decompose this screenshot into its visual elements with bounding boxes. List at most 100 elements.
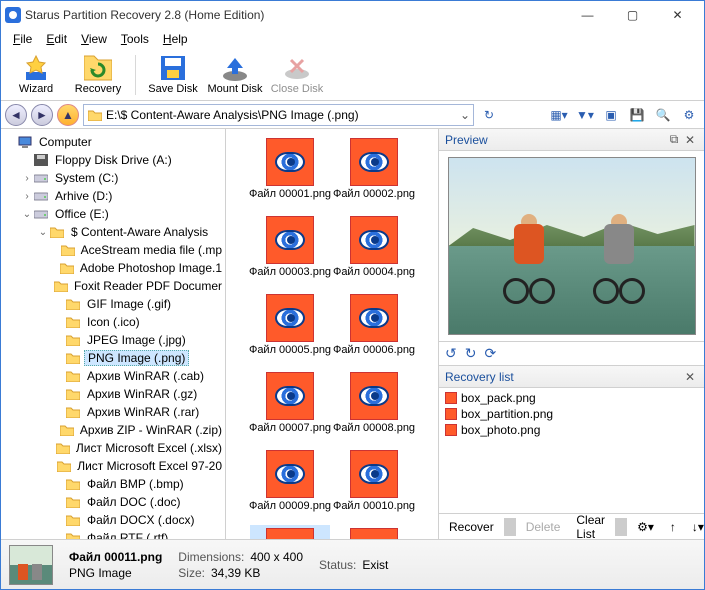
nav-back-button[interactable]: ◄ bbox=[5, 104, 27, 126]
file-item[interactable]: Файл 00004.png bbox=[334, 213, 414, 281]
file-thumbnail-icon bbox=[266, 528, 314, 539]
address-dropdown[interactable]: ⌄ bbox=[457, 108, 473, 122]
view-mode-button[interactable]: ▦▾ bbox=[548, 104, 570, 126]
rotate-left-icon[interactable]: ↺ bbox=[445, 345, 457, 362]
move-up-icon[interactable]: ↑ bbox=[664, 518, 682, 536]
file-thumbnail-icon bbox=[350, 450, 398, 498]
tree-item[interactable]: Файл DOCX (.docx) bbox=[1, 511, 225, 529]
folder-icon bbox=[65, 297, 81, 311]
folder-icon bbox=[61, 243, 75, 257]
menu-tools[interactable]: Tools bbox=[115, 30, 155, 48]
nav-forward-button[interactable]: ► bbox=[31, 104, 53, 126]
recovery-item[interactable]: box_pack.png bbox=[445, 390, 698, 406]
wizard-button[interactable]: Wizard bbox=[7, 51, 65, 99]
minimize-button[interactable]: — bbox=[565, 1, 610, 29]
tree-twisty[interactable]: › bbox=[21, 173, 33, 184]
file-item[interactable]: Файл 00010.png bbox=[334, 447, 414, 515]
tree-item[interactable]: › System (C:) bbox=[1, 169, 225, 187]
tree-label: Архив WinRAR (.cab) bbox=[84, 369, 207, 383]
tree-item[interactable]: Архив WinRAR (.cab) bbox=[1, 367, 225, 385]
tree-label: Icon (.ico) bbox=[84, 315, 143, 329]
tree-item[interactable]: Лист Microsoft Excel (.xlsx) bbox=[1, 439, 225, 457]
close-button[interactable]: ✕ bbox=[655, 1, 700, 29]
options-button[interactable]: ⚙ bbox=[678, 104, 700, 126]
recovery-item-label: box_partition.png bbox=[461, 407, 553, 421]
file-name: Файл 00010.png bbox=[333, 500, 415, 512]
recovery-item[interactable]: box_partition.png bbox=[445, 406, 698, 422]
recovery-button[interactable]: Recovery bbox=[69, 51, 127, 99]
tree-item[interactable]: Файл DOC (.doc) bbox=[1, 493, 225, 511]
tree-item[interactable]: Adobe Photoshop Image.1 bbox=[1, 259, 225, 277]
recover-button[interactable]: Recover bbox=[443, 518, 500, 536]
menu-view[interactable]: View bbox=[75, 30, 113, 48]
preview-pane bbox=[439, 151, 704, 342]
mount-disk-button[interactable]: Mount Disk bbox=[206, 51, 264, 99]
folder-icon bbox=[65, 369, 81, 383]
nav-up-button[interactable]: ▲ bbox=[57, 104, 79, 126]
recovery-close-icon[interactable]: ✕ bbox=[682, 370, 698, 384]
select-button[interactable]: ▣ bbox=[600, 104, 622, 126]
tree-item[interactable]: Архив WinRAR (.gz) bbox=[1, 385, 225, 403]
file-item[interactable]: Файл 00011.png bbox=[250, 525, 330, 539]
save-button[interactable]: 💾 bbox=[626, 104, 648, 126]
clear-list-button[interactable]: Clear List bbox=[570, 511, 611, 543]
rotate-right-icon[interactable]: ↻ bbox=[465, 345, 477, 362]
delete-button: Delete bbox=[520, 518, 567, 536]
address-input[interactable] bbox=[106, 106, 457, 124]
tree-item[interactable]: Файл RTF (.rtf) bbox=[1, 529, 225, 539]
tree-label: Arhive (D:) bbox=[52, 189, 115, 203]
tree-label: JPEG Image (.jpg) bbox=[84, 333, 189, 347]
file-item[interactable]: Файл 00008.png bbox=[334, 369, 414, 437]
preview-popout-icon[interactable]: ⧉ bbox=[666, 132, 682, 147]
tree-item[interactable]: Foxit Reader PDF Documer bbox=[1, 277, 225, 295]
move-down-icon[interactable]: ↓▾ bbox=[686, 518, 705, 536]
menu-edit[interactable]: Edit bbox=[40, 30, 73, 48]
tree-label: Архив WinRAR (.gz) bbox=[84, 387, 200, 401]
file-item[interactable]: Файл 00001.png bbox=[250, 135, 330, 203]
save-disk-button[interactable]: Save Disk bbox=[144, 51, 202, 99]
tree-item[interactable]: Архив WinRAR (.rar) bbox=[1, 403, 225, 421]
list-options-icon[interactable]: ⚙▾ bbox=[631, 518, 660, 536]
file-item[interactable]: Файл 00002.png bbox=[334, 135, 414, 203]
tree-item[interactable]: Архив ZIP - WinRAR (.zip) bbox=[1, 421, 225, 439]
refresh-button[interactable]: ↻ bbox=[478, 104, 500, 126]
tree-item[interactable]: AceStream media file (.mp bbox=[1, 241, 225, 259]
file-name: Файл 00005.png bbox=[249, 344, 331, 356]
tree-item[interactable]: JPEG Image (.jpg) bbox=[1, 331, 225, 349]
file-list[interactable]: Файл 00001.pngФайл 00002.pngФайл 00003.p… bbox=[226, 129, 439, 539]
file-item[interactable]: Файл 00009.png bbox=[250, 447, 330, 515]
tree-item[interactable]: Icon (.ico) bbox=[1, 313, 225, 331]
search-button[interactable]: 🔍 bbox=[652, 104, 674, 126]
folder-icon bbox=[65, 495, 81, 509]
file-item[interactable]: Файл 00006.png bbox=[334, 291, 414, 359]
tree-twisty[interactable]: ⌄ bbox=[37, 227, 49, 238]
recovery-list[interactable]: box_pack.pngbox_partition.pngbox_photo.p… bbox=[439, 388, 704, 513]
tree-label: System (C:) bbox=[52, 171, 121, 185]
menu-help[interactable]: Help bbox=[157, 30, 194, 48]
tree-twisty[interactable]: ⌄ bbox=[21, 209, 33, 220]
menu-file[interactable]: File bbox=[7, 30, 38, 48]
close-disk-icon bbox=[283, 54, 311, 82]
tree-item[interactable]: Computer bbox=[1, 133, 225, 151]
tree-item[interactable]: › Arhive (D:) bbox=[1, 187, 225, 205]
refresh-preview-icon[interactable]: ⟳ bbox=[484, 345, 496, 362]
file-item[interactable]: Файл 00007.png bbox=[250, 369, 330, 437]
tree-twisty[interactable]: › bbox=[21, 191, 33, 202]
tree-item[interactable]: Лист Microsoft Excel 97-20 bbox=[1, 457, 225, 475]
maximize-button[interactable]: ▢ bbox=[610, 1, 655, 29]
filter-button[interactable]: ▼▾ bbox=[574, 104, 596, 126]
tree-item[interactable]: PNG Image (.png) bbox=[1, 349, 225, 367]
tree-item[interactable]: ⌄Office (E:) bbox=[1, 205, 225, 223]
recovery-item[interactable]: box_photo.png bbox=[445, 422, 698, 438]
tree-item[interactable]: Файл BMP (.bmp) bbox=[1, 475, 225, 493]
address-field[interactable]: ⌄ bbox=[83, 104, 474, 126]
folder-tree[interactable]: ComputerFloppy Disk Drive (A:) › System (C… bbox=[1, 129, 226, 539]
file-item[interactable]: Файл 00005.png bbox=[250, 291, 330, 359]
preview-close-icon[interactable]: ✕ bbox=[682, 133, 698, 147]
tree-item[interactable]: ⌄$ Content-Aware Analysis bbox=[1, 223, 225, 241]
tree-item[interactable]: GIF Image (.gif) bbox=[1, 295, 225, 313]
mount-disk-icon bbox=[221, 54, 249, 82]
file-item[interactable]: Файл 00012.png bbox=[334, 525, 414, 539]
file-item[interactable]: Файл 00003.png bbox=[250, 213, 330, 281]
tree-item[interactable]: Floppy Disk Drive (A:) bbox=[1, 151, 225, 169]
